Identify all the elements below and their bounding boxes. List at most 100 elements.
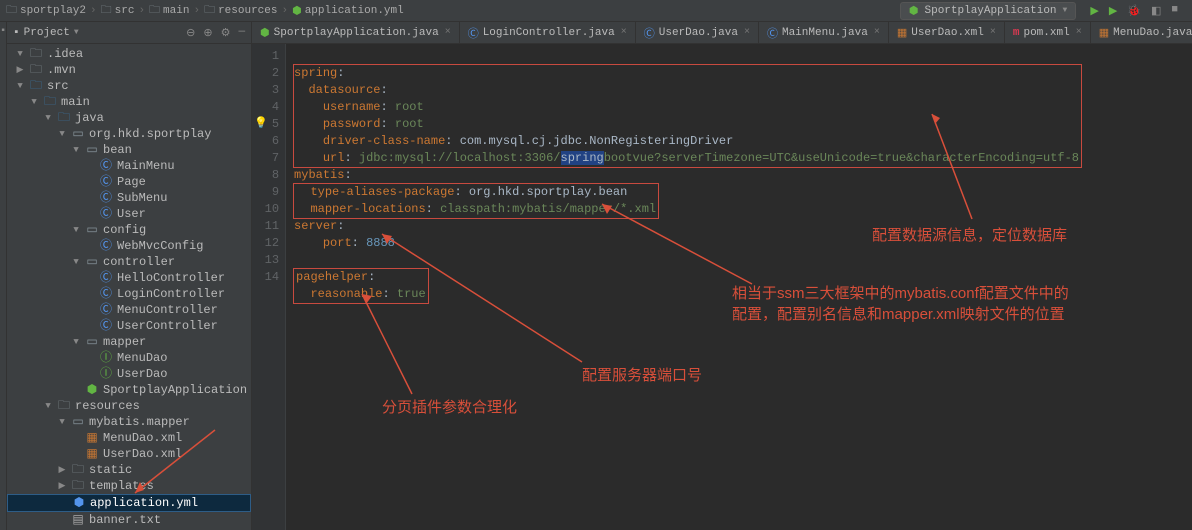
tree-item-bean[interactable]: ▼▭bean (7, 142, 251, 158)
tab-menudao-java[interactable]: ▦MenuDao.java× (1091, 22, 1192, 43)
tree-item-submenu[interactable]: ⒸSubMenu (7, 190, 251, 206)
expand-icon[interactable]: ▼ (15, 46, 25, 62)
crumb-src[interactable]: 🗀src (101, 1, 135, 20)
tree-item-label: controller (103, 254, 175, 270)
project-tool-button[interactable]: ▪ (0, 26, 6, 37)
close-icon[interactable]: × (874, 27, 880, 38)
spring-icon: ⬢ (260, 26, 270, 40)
tree-item-userdao-xml[interactable]: ▦UserDao.xml (7, 446, 251, 462)
line-number: 4 (256, 99, 279, 116)
tree-item-menudao-xml[interactable]: ▦MenuDao.xml (7, 430, 251, 446)
tab-userdao-java[interactable]: ⒸUserDao.java× (636, 22, 759, 43)
expand-icon[interactable]: ▼ (71, 334, 81, 350)
tree-item-label: src (47, 78, 69, 94)
run-configuration-selector[interactable]: ⬢ SportplayApplication ▼ (900, 2, 1076, 20)
tree-item-label: SubMenu (117, 190, 167, 206)
crumb-file[interactable]: ⬢application.yml (292, 4, 404, 18)
tree-item-mapper[interactable]: ▼▭mapper (7, 334, 251, 350)
tree-item-mybatis-mapper[interactable]: ▼▭mybatis.mapper (7, 414, 251, 430)
tree-item-page[interactable]: ⒸPage (7, 174, 251, 190)
tree-item-controller[interactable]: ▼▭controller (7, 254, 251, 270)
expand-icon[interactable]: ▼ (43, 110, 53, 126)
project-panel-header: ▪ Project ▼ ⊖ ⊕ ⚙ — (7, 22, 251, 44)
expand-icon[interactable]: ▼ (29, 94, 39, 110)
target-icon[interactable]: ⊕ (203, 26, 212, 40)
editor-body: 1234💡567891011121314 spring: datasource:… (252, 44, 1192, 530)
expand-icon[interactable]: ▼ (43, 398, 53, 414)
tree-item-user[interactable]: ⒸUser (7, 206, 251, 222)
tree-item-label: UserDao (117, 366, 167, 382)
tree-item-sportplayapplication[interactable]: ⬢SportplayApplication (7, 382, 251, 398)
hammer-icon[interactable]: ▶ (1090, 4, 1098, 18)
tree-item-hellocontroller[interactable]: ⒸHelloController (7, 270, 251, 286)
folder-icon: 🗀 (101, 1, 112, 20)
tab-mainmenu-java[interactable]: ⒸMainMenu.java× (759, 22, 889, 43)
tree-item-menudao[interactable]: ⒾMenuDao (7, 350, 251, 366)
tree-item-label: LoginController (117, 286, 225, 302)
expand-icon[interactable]: ▶ (57, 462, 67, 478)
line-number: 9 (256, 184, 279, 201)
project-view-icon: ▪ (13, 27, 20, 39)
expand-icon[interactable]: ▼ (57, 414, 67, 430)
tree-item-main[interactable]: ▼🗀main (7, 94, 251, 110)
tree-item-menucontroller[interactable]: ⒸMenuController (7, 302, 251, 318)
line-number: 💡5 (256, 116, 279, 133)
tree-item-static[interactable]: ▶🗀static (7, 462, 251, 478)
debug-icon[interactable]: 🐞 (1127, 4, 1141, 18)
tree-item-banner-txt[interactable]: ▤banner.txt (7, 512, 251, 528)
project-tree[interactable]: ▼🗀.idea▶🗀.mvn▼🗀src▼🗀main▼🗀java▼▭org.hkd.… (7, 44, 251, 530)
tab-pom-xml[interactable]: mpom.xml× (1005, 22, 1091, 43)
tree-item-org-hkd-sportplay[interactable]: ▼▭org.hkd.sportplay (7, 126, 251, 142)
run-icon[interactable]: ▶ (1109, 4, 1117, 18)
collapse-icon[interactable]: ⊖ (186, 26, 195, 40)
coverage-icon[interactable]: ◧ (1151, 4, 1161, 18)
close-icon[interactable]: × (445, 27, 451, 38)
chevron-down-icon[interactable]: ▼ (74, 28, 79, 37)
crumb-main[interactable]: 🗀main (149, 1, 189, 20)
tree-item-logincontroller[interactable]: ⒸLoginController (7, 286, 251, 302)
java-icon: Ⓒ (767, 25, 778, 41)
expand-icon[interactable]: ▼ (15, 78, 25, 94)
code-area[interactable]: spring: datasource: username: root passw… (286, 44, 1192, 530)
expand-icon[interactable]: ▼ (71, 254, 81, 270)
tree-item--idea[interactable]: ▼🗀.idea (7, 46, 251, 62)
tab-sportplayapplication-java[interactable]: ⬢SportplayApplication.java× (252, 22, 460, 43)
tab-logincontroller-java[interactable]: ⒸLoginController.java× (460, 22, 636, 43)
tree-item-label: SportplayApplication (103, 382, 247, 398)
tree-item-mainmenu[interactable]: ⒸMainMenu (7, 158, 251, 174)
hide-icon[interactable]: — (238, 26, 245, 40)
tree-item-config[interactable]: ▼▭config (7, 222, 251, 238)
expand-icon[interactable]: ▼ (71, 222, 81, 238)
tree-item-templates[interactable]: ▶🗀templates (7, 478, 251, 494)
close-icon[interactable]: × (621, 27, 627, 38)
close-icon[interactable]: × (1076, 27, 1082, 38)
stop-icon[interactable]: ■ (1171, 4, 1178, 18)
gear-icon[interactable]: ⚙ (221, 26, 231, 40)
tree-item-src[interactable]: ▼🗀src (7, 78, 251, 94)
expand-icon[interactable]: ▶ (57, 478, 67, 494)
tab-userdao-xml[interactable]: ▦UserDao.xml× (889, 22, 1005, 43)
tree-item-label: banner.txt (89, 512, 161, 528)
crumb-root[interactable]: 🗀sportplay2 (6, 1, 86, 20)
tree-item-webmvcconfig[interactable]: ⒸWebMvcConfig (7, 238, 251, 254)
tree-item-label: .idea (47, 46, 83, 62)
tree-item-java[interactable]: ▼🗀java (7, 110, 251, 126)
tab-label: MenuDao.java (1113, 27, 1192, 39)
crumb-resources[interactable]: 🗀resources (204, 1, 277, 20)
tool-window-stripe-left: ▪ (0, 22, 7, 530)
xml-icon: ▦ (897, 26, 907, 40)
close-icon[interactable]: × (744, 27, 750, 38)
tree-item-resources[interactable]: ▼🗀resources (7, 398, 251, 414)
tree-item--mvn[interactable]: ▶🗀.mvn (7, 62, 251, 78)
expand-icon[interactable]: ▶ (15, 62, 25, 78)
expand-icon[interactable]: ▼ (57, 126, 67, 142)
tree-item-application-yml[interactable]: ⬢application.yml (7, 494, 251, 512)
tree-item-usercontroller[interactable]: ⒸUserController (7, 318, 251, 334)
expand-icon[interactable]: ▼ (71, 142, 81, 158)
close-icon[interactable]: × (990, 27, 996, 38)
bulb-icon[interactable]: 💡 (254, 116, 268, 133)
tree-item-label: MenuController (117, 302, 218, 318)
tree-item-userdao[interactable]: ⒾUserDao (7, 366, 251, 382)
folder-icon: 🗀 (6, 1, 17, 20)
tree-item-label: templates (89, 478, 154, 494)
